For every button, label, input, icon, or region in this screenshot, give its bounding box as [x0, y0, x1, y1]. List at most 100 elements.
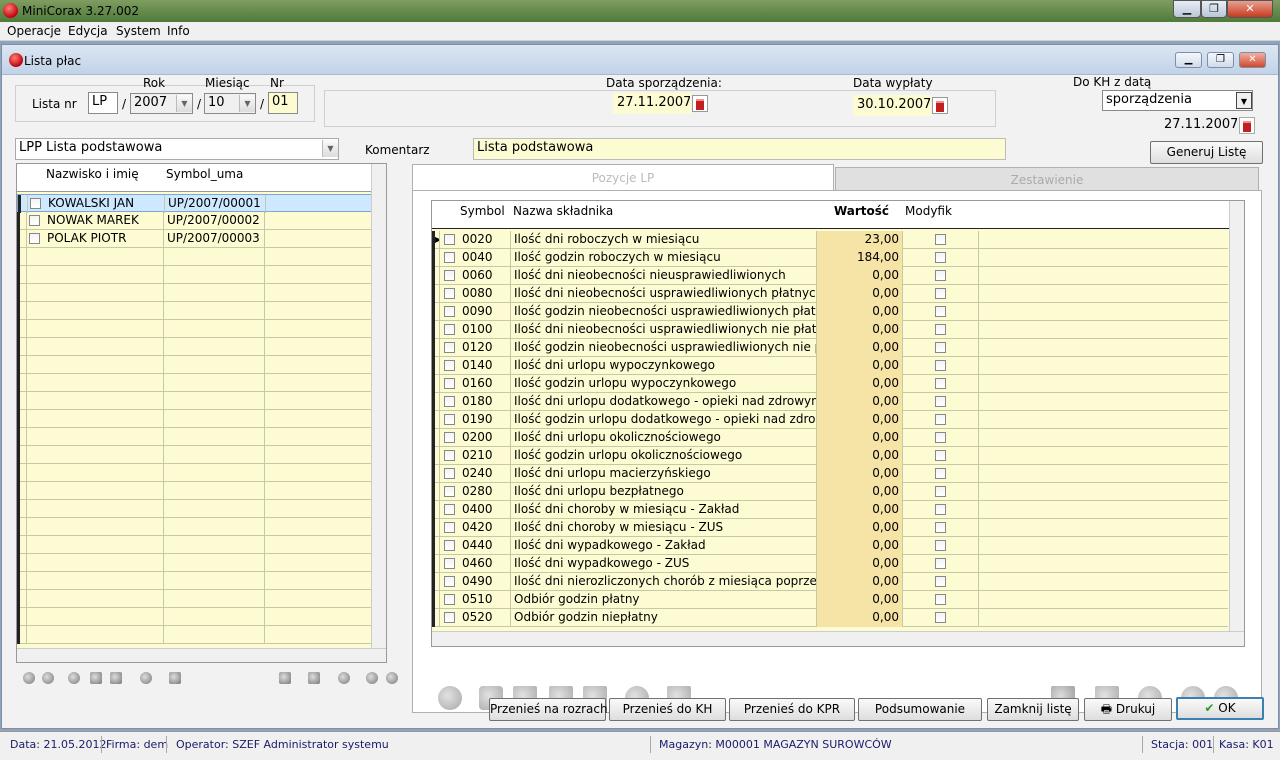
miesiac-field[interactable]: 10 ▼ [204, 93, 256, 114]
table-row[interactable]: POLAK PIOTR UP/2007/00003 [17, 230, 386, 248]
grid-icon[interactable] [90, 672, 102, 684]
chevron-down-icon[interactable]: ▼ [176, 95, 192, 112]
menu-system[interactable]: System [116, 24, 161, 38]
close-button[interactable]: ✕ [1227, 0, 1273, 18]
table-row[interactable] [17, 374, 386, 392]
modyfik-checkbox[interactable] [935, 252, 946, 263]
table-row[interactable]: 0210 Ilość godzin urlopu okolicznościoweg… [432, 447, 1228, 465]
positions-vscroll[interactable] [1229, 201, 1244, 633]
calendar-icon[interactable] [932, 97, 948, 114]
menu-info[interactable]: Info [167, 24, 190, 38]
add-icon[interactable] [23, 672, 35, 684]
table-row[interactable] [17, 320, 386, 338]
modyfik-checkbox[interactable] [935, 414, 946, 425]
col-header-nazwa[interactable]: Nazwa składnika [510, 203, 810, 221]
table-row[interactable] [17, 248, 386, 266]
window-maximize-button[interactable]: ❐ [1207, 52, 1234, 68]
zamknij-liste-button[interactable]: Zamknij listę [987, 698, 1079, 721]
komentarz-field[interactable]: Lista podstawowa [473, 138, 1006, 160]
modyfik-checkbox[interactable] [935, 306, 946, 317]
window-minimize-button[interactable]: ▁ [1175, 52, 1202, 68]
col-header-modyfik[interactable]: Modyfik [902, 203, 978, 221]
modyfik-checkbox[interactable] [935, 234, 946, 245]
ok-button[interactable]: ✔ OK [1176, 697, 1264, 720]
next-icon[interactable] [386, 672, 398, 684]
rok-field[interactable]: 2007 ▼ [130, 93, 193, 114]
modyfik-checkbox[interactable] [935, 594, 946, 605]
modyfik-checkbox[interactable] [935, 432, 946, 443]
minimize-button[interactable]: ▁ [1173, 0, 1201, 18]
table-row[interactable] [17, 428, 386, 446]
refresh-icon[interactable] [338, 672, 350, 684]
row-checkbox[interactable] [444, 396, 455, 407]
row-checkbox[interactable] [444, 270, 455, 281]
save-icon[interactable] [279, 672, 291, 684]
modyfik-checkbox[interactable] [935, 522, 946, 533]
lista-type-select[interactable]: LPP Lista podstawowa ▼ [15, 138, 339, 160]
row-checkbox[interactable] [444, 486, 455, 497]
menu-operacje[interactable]: Operacje [7, 24, 61, 38]
table-row[interactable] [17, 266, 386, 284]
search-icon[interactable] [438, 686, 462, 710]
chevron-down-icon[interactable]: ▼ [322, 140, 338, 157]
table-row[interactable]: 0190 Ilość godzin urlopu dodatkowego - op… [432, 411, 1228, 429]
col-header-nazwisko[interactable]: Nazwisko i imię [43, 166, 163, 184]
table-row[interactable] [17, 500, 386, 518]
table-row[interactable] [17, 284, 386, 302]
row-checkbox[interactable] [444, 360, 455, 371]
modyfik-checkbox[interactable] [935, 450, 946, 461]
modyfik-checkbox[interactable] [935, 360, 946, 371]
table-row[interactable] [17, 482, 386, 500]
row-checkbox[interactable] [444, 594, 455, 605]
row-checkbox[interactable] [444, 252, 455, 263]
positions-hscroll[interactable] [432, 631, 1244, 646]
modyfik-checkbox[interactable] [935, 612, 946, 623]
table-row[interactable]: 0280 Ilość dni urlopu bezpłatnego 0,00 [432, 483, 1228, 501]
row-checkbox[interactable] [444, 414, 455, 425]
modyfik-checkbox[interactable] [935, 324, 946, 335]
modyfik-checkbox[interactable] [935, 378, 946, 389]
row-checkbox[interactable] [444, 504, 455, 515]
przenies-kh-button[interactable]: Przenieś do KH [609, 698, 726, 721]
table-row[interactable]: NOWAK MAREK UP/2007/00002 [17, 212, 386, 230]
chevron-down-icon[interactable]: ▼ [1236, 92, 1252, 109]
table-row[interactable] [17, 302, 386, 320]
chevron-down-icon[interactable]: ▼ [239, 95, 255, 112]
table-row[interactable] [17, 338, 386, 356]
table-row[interactable] [17, 518, 386, 536]
row-checkbox[interactable] [444, 450, 455, 461]
modyfik-checkbox[interactable] [935, 288, 946, 299]
modyfik-checkbox[interactable] [935, 558, 946, 569]
row-checkbox[interactable] [444, 306, 455, 317]
table-row[interactable]: 0490 Ilość dni nierozliczonych chorób z m… [432, 573, 1228, 591]
modyfik-checkbox[interactable] [935, 486, 946, 497]
table-row[interactable] [17, 446, 386, 464]
table-row[interactable] [17, 572, 386, 590]
col-header-symbol[interactable]: Symbol_uma [163, 166, 263, 184]
maximize-button[interactable]: ❐ [1201, 0, 1227, 18]
row-checkbox[interactable] [444, 234, 455, 245]
row-checkbox[interactable] [29, 233, 40, 244]
row-checkbox[interactable] [444, 558, 455, 569]
tab-zestawienie[interactable]: Zestawienie [835, 167, 1259, 191]
generuj-liste-button[interactable]: Generuj Listę [1150, 141, 1263, 164]
podsumowanie-button[interactable]: Podsumowanie [858, 698, 982, 721]
table-row[interactable]: 0420 Ilość dni choroby w miesiącu - ZUS 0,… [432, 519, 1228, 537]
do-kh-date-field[interactable]: 27.11.2007 [1160, 115, 1238, 136]
modyfik-checkbox[interactable] [935, 396, 946, 407]
export-icon[interactable] [169, 672, 181, 684]
table-row[interactable]: 0440 Ilość dni wypadkowego - Zakład 0,00 [432, 537, 1228, 555]
row-checkbox[interactable] [444, 576, 455, 587]
przenies-kpr-button[interactable]: Przenieś do KPR [729, 698, 855, 721]
row-checkbox[interactable] [444, 612, 455, 623]
table-row[interactable]: 0120 Ilość godzin nieobecności usprawiedl… [432, 339, 1228, 357]
table-row[interactable]: 0400 Ilość dni choroby w miesiącu - Zakła… [432, 501, 1228, 519]
table-row[interactable]: 0240 Ilość dni urlopu macierzyńskiego 0,00 [432, 465, 1228, 483]
row-checkbox[interactable] [444, 342, 455, 353]
table-row[interactable]: 0100 Ilość dni nieobecności usprawiedliwi… [432, 321, 1228, 339]
window-close-button[interactable]: ✕ [1239, 52, 1266, 68]
employee-vscroll[interactable] [371, 164, 386, 649]
calendar-icon[interactable] [1239, 117, 1255, 134]
row-checkbox[interactable] [444, 324, 455, 335]
remove-icon[interactable] [42, 672, 54, 684]
